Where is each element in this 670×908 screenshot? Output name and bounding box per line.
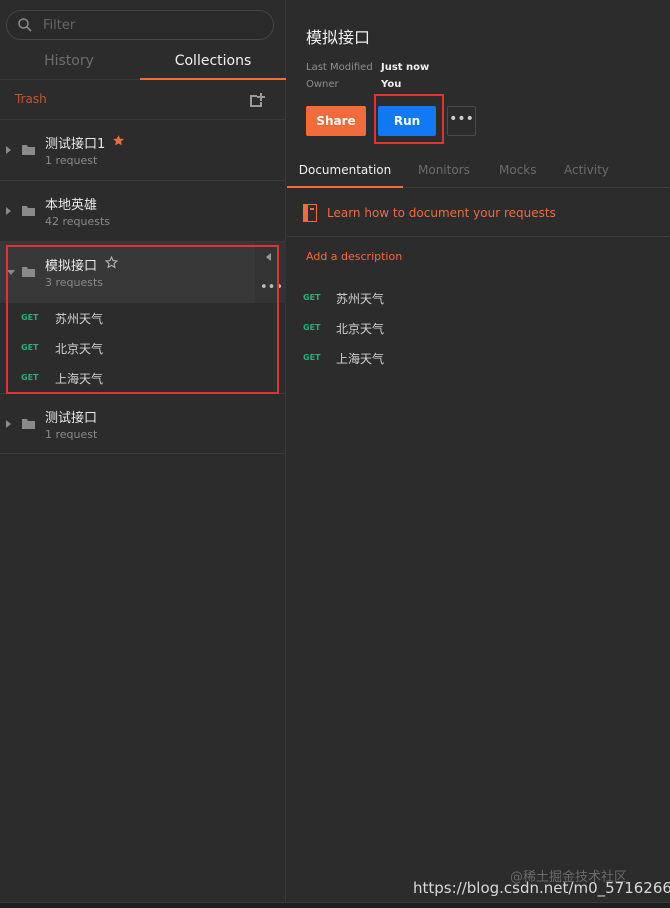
collection-count: 42 requests [45,215,111,228]
folder-icon [22,419,35,429]
tab-monitors[interactable]: Monitors [418,154,470,188]
main-tabs: Documentation Monitors Mocks Activity [287,154,670,188]
request-item[interactable]: GET 上海天气 [0,364,286,394]
method-badge: GET [303,323,321,332]
collapse-arrow-icon[interactable] [266,253,271,261]
star-outline-icon[interactable] [105,256,118,269]
caret-right-icon[interactable] [6,207,11,215]
last-modified-label: Last Modified [306,62,373,73]
document-icon [303,204,317,222]
collection-name: 测试接口 [45,411,98,426]
collection-header[interactable] [0,242,286,303]
request-item[interactable]: GET 苏州天气 [0,304,286,334]
request-name: 北京天气 [336,322,385,336]
request-name: 苏州天气 [336,292,385,306]
run-button[interactable]: Run [378,106,436,136]
last-modified-value: Just now [381,62,430,73]
request-name: 北京天气 [55,342,104,356]
trash-link[interactable]: Trash [15,92,47,106]
search-icon [18,18,32,32]
owner-value: You [381,79,402,90]
collection-count: 1 request [45,428,98,441]
tab-activity[interactable]: Activity [564,154,609,188]
more-icon[interactable]: ••• [260,280,283,295]
method-badge: GET [303,293,321,302]
learn-row: Learn how to document your requests [287,189,670,237]
caret-right-icon[interactable] [6,146,11,154]
sidebar: History Collections Trash 测试接口1 1 reques… [0,0,286,902]
caret-right-icon[interactable] [6,420,11,428]
collection-name: 模拟接口 [45,259,98,274]
collection-count: 3 requests [45,276,104,289]
status-bar [0,902,670,908]
more-button[interactable]: ••• [447,106,476,136]
tab-collections[interactable]: Collections [140,44,286,80]
url-watermark: https://blog.csdn.net/m0_57162664 [413,879,670,897]
tab-documentation[interactable]: Documentation [287,154,403,188]
app-window: History Collections Trash 测试接口1 1 reques… [0,0,670,908]
star-icon[interactable] [112,134,125,147]
sidebar-tabs: History Collections [0,44,286,80]
method-badge: GET [303,353,321,362]
folder-icon [22,145,35,155]
request-name: 上海天气 [336,352,385,366]
page-title: 模拟接口 [306,28,371,47]
tab-mocks[interactable]: Mocks [499,154,537,188]
filter-input[interactable] [43,17,243,33]
method-badge: GET [21,313,39,322]
add-description-link[interactable]: Add a description [306,250,402,263]
request-item[interactable]: GET 北京天气 [0,334,286,364]
request-name: 上海天气 [55,372,104,386]
tab-history[interactable]: History [0,44,138,80]
request-item[interactable]: GET 北京天气 [287,314,670,344]
filter-box[interactable] [6,10,274,40]
share-button[interactable]: Share [306,106,366,136]
collection-item[interactable]: 测试接口1 1 request [0,120,286,181]
collection-name: 测试接口1 [45,137,106,152]
method-badge: GET [21,343,39,352]
request-item[interactable]: GET 苏州天气 [287,284,670,314]
new-collection-icon[interactable] [248,91,266,109]
folder-icon [22,267,35,277]
request-name: 苏州天气 [55,312,104,326]
collection-item-expanded: ••• 模拟接口 3 requests GET 苏州天气 GET 北京天气 GE… [0,242,286,394]
caret-down-icon[interactable] [7,270,15,275]
trash-row: Trash [0,80,286,120]
main-panel: 模拟接口 Last Modified Just now Owner You Sh… [287,0,670,902]
request-item[interactable]: GET 上海天气 [287,344,670,374]
collection-item[interactable]: 本地英雄 42 requests [0,181,286,242]
owner-label: Owner [306,79,339,90]
collection-item[interactable]: 测试接口 1 request [0,394,286,454]
collection-name: 本地英雄 [45,198,98,213]
learn-documentation-link[interactable]: Learn how to document your requests [327,206,556,220]
more-icon: ••• [449,111,474,127]
method-badge: GET [21,373,39,382]
folder-icon [22,206,35,216]
collection-count: 1 request [45,154,98,167]
